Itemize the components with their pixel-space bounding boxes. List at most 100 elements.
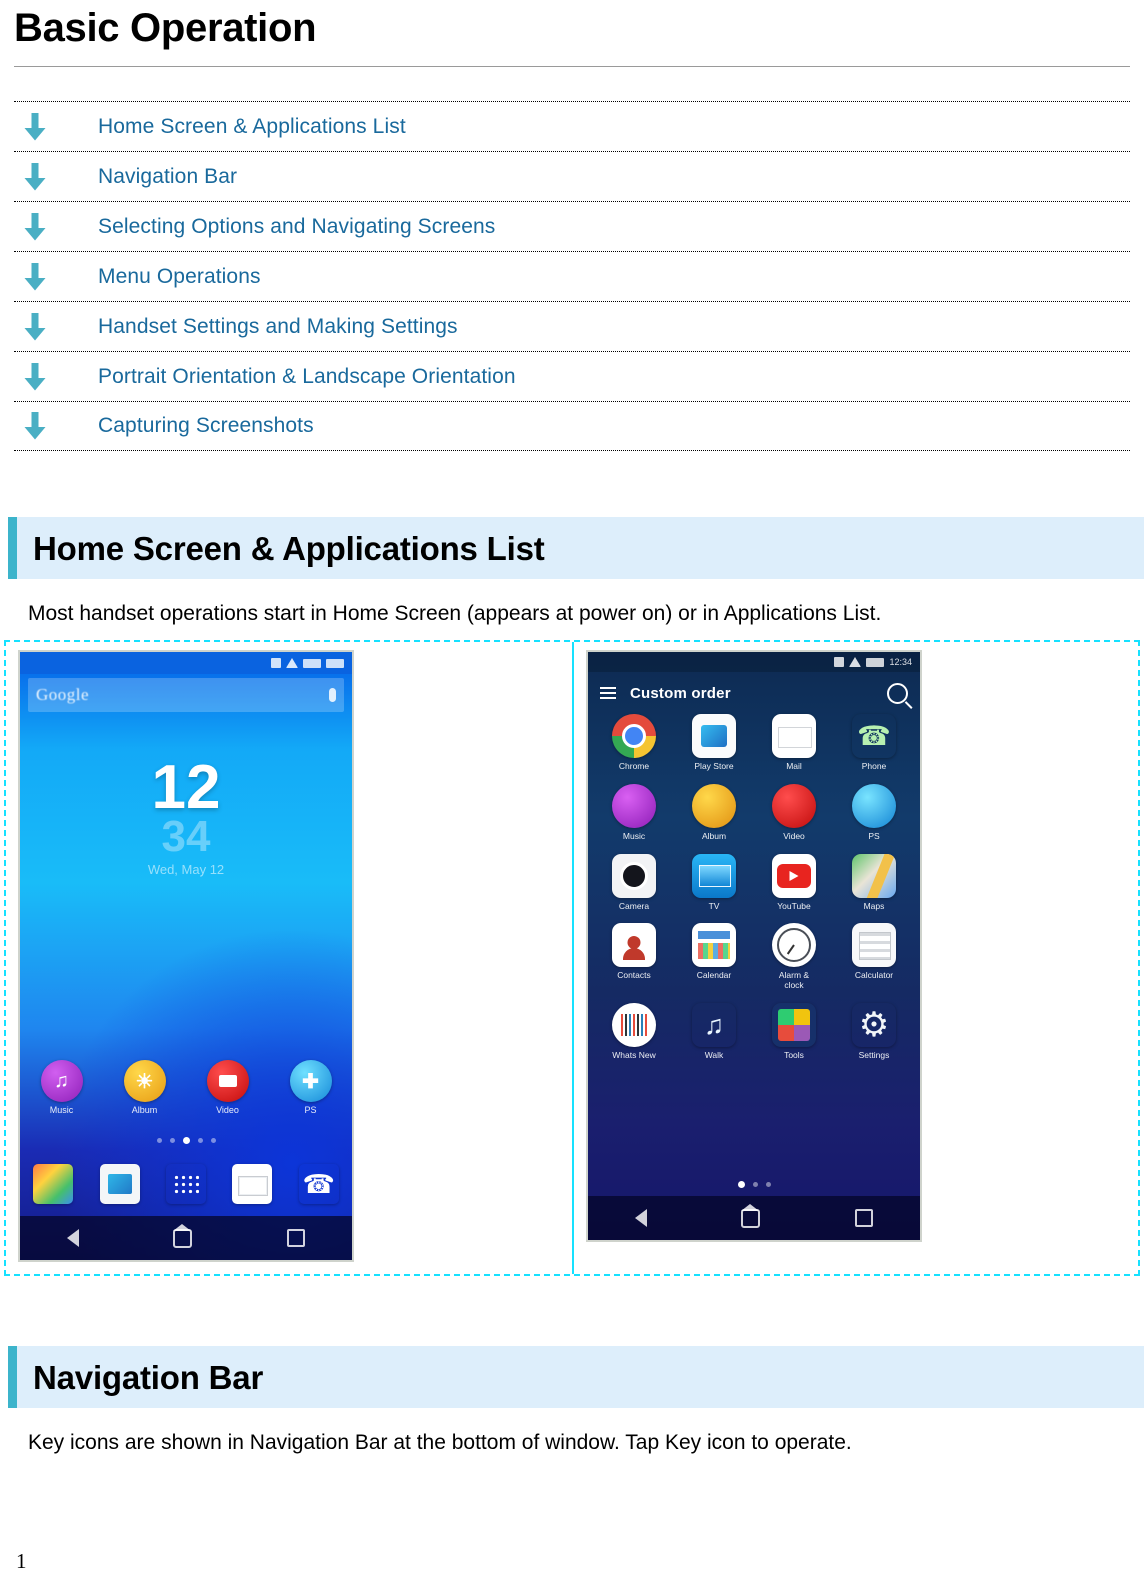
app-tools-folder[interactable]: Tools xyxy=(754,1003,834,1061)
home-key-icon[interactable] xyxy=(741,1203,761,1228)
menu-icon[interactable] xyxy=(600,687,616,700)
home-app-label: Music xyxy=(49,1105,74,1116)
app-ps[interactable]: PS xyxy=(834,783,914,842)
phone-icon[interactable] xyxy=(299,1164,339,1204)
clock-hour: 12 xyxy=(151,753,221,823)
app-whats-new[interactable]: Whats New xyxy=(594,1003,674,1061)
toc-item-label: Handset Settings and Making Settings xyxy=(98,314,458,338)
contacts-icon xyxy=(612,923,656,968)
app-label: Calculator xyxy=(854,970,894,981)
app-settings[interactable]: Settings xyxy=(834,1003,914,1061)
battery-icon xyxy=(866,657,885,667)
section-heading-navigation-bar: Navigation Bar xyxy=(8,1346,1144,1409)
app-music[interactable]: Music xyxy=(594,783,674,842)
app-label: Chrome xyxy=(618,761,650,772)
chrome-icon xyxy=(612,714,656,759)
app-chrome[interactable]: Chrome xyxy=(594,714,674,772)
app-youtube[interactable]: YouTube xyxy=(754,853,834,912)
section-heading-home-screen: Home Screen & Applications List xyxy=(8,517,1144,579)
home-app-music[interactable]: ♫ Music xyxy=(29,1060,95,1115)
home-key-icon[interactable] xyxy=(173,1223,193,1248)
app-mail[interactable]: Mail xyxy=(754,714,834,772)
phone-applications-list-image: 12:34 Custom order Chrome Play Store Mai… xyxy=(586,650,922,1243)
app-calculator[interactable]: Calculator xyxy=(834,923,914,991)
barcode-icon xyxy=(612,1003,656,1048)
app-alarm-clock[interactable]: Alarm & clock xyxy=(754,923,834,991)
app-walk[interactable]: Walk xyxy=(674,1003,754,1061)
app-label: Alarm & clock xyxy=(778,970,810,991)
app-label: Album xyxy=(701,830,727,841)
notification-icon xyxy=(271,658,281,669)
app-contacts[interactable]: Contacts xyxy=(594,923,674,991)
home-app-label: PS xyxy=(304,1105,317,1116)
home-app-ps[interactable]: ✚ PS xyxy=(278,1060,344,1115)
app-phone[interactable]: Phone xyxy=(834,714,914,772)
applications-grid: Chrome Play Store Mail Phone xyxy=(588,714,920,1061)
back-key-icon[interactable] xyxy=(635,1209,648,1228)
search-icon[interactable] xyxy=(887,682,908,704)
down-arrow-icon xyxy=(14,212,98,242)
page-dot xyxy=(197,1138,203,1144)
home-dock xyxy=(20,1164,352,1205)
title-divider xyxy=(14,66,1130,67)
album-icon: ☀ xyxy=(123,1060,166,1103)
home-app-video[interactable]: Video xyxy=(195,1060,261,1115)
play-store-icon xyxy=(692,714,736,759)
google-search-bar[interactable]: Google xyxy=(28,678,344,713)
page-dot-active xyxy=(737,1181,745,1189)
recent-apps-key-icon[interactable] xyxy=(286,1229,305,1248)
applications-list-header: Custom order xyxy=(588,676,920,710)
youtube-icon xyxy=(772,853,816,898)
toc-item-handset-settings-and-making-settings[interactable]: Handset Settings and Making Settings xyxy=(14,301,1130,351)
app-label: Settings xyxy=(858,1050,890,1061)
app-video[interactable]: Video xyxy=(754,783,834,842)
toc-item-menu-operations[interactable]: Menu Operations xyxy=(14,251,1130,301)
app-label: Tools xyxy=(784,1050,804,1061)
app-play-store[interactable]: Play Store xyxy=(674,714,754,772)
figure-cell-home-screen: Google 12 34 Wed, May 12 ♫ Music ☀ Album xyxy=(6,642,572,1274)
home-app-label: Video xyxy=(216,1105,239,1116)
gallery-icon[interactable] xyxy=(33,1164,74,1205)
toc-item-portrait-orientation-landscape-orientation[interactable]: Portrait Orientation & Landscape Orienta… xyxy=(14,351,1130,401)
settings-gear-icon xyxy=(852,1003,896,1047)
app-label: PS xyxy=(868,830,880,841)
phone-home-screen-image: Google 12 34 Wed, May 12 ♫ Music ☀ Album xyxy=(18,650,354,1263)
apps-grid-icon[interactable] xyxy=(166,1164,206,1204)
page-dot xyxy=(752,1182,758,1188)
page-dot xyxy=(765,1182,771,1188)
google-logo: Google xyxy=(36,685,90,705)
microphone-icon[interactable] xyxy=(329,688,336,703)
app-label: Camera xyxy=(618,900,650,911)
app-calendar[interactable]: Calendar xyxy=(674,923,754,991)
home-app-album[interactable]: ☀ Album xyxy=(112,1060,178,1115)
back-key-icon[interactable] xyxy=(67,1229,80,1248)
page-dot xyxy=(169,1138,175,1144)
clock-date: Wed, May 12 xyxy=(147,861,225,877)
home-app-label: Album xyxy=(131,1105,158,1116)
app-maps[interactable]: Maps xyxy=(834,853,914,912)
page-dot xyxy=(156,1138,162,1144)
toc-item-label: Portrait Orientation & Landscape Orienta… xyxy=(98,364,516,388)
app-album[interactable]: Album xyxy=(674,783,754,842)
app-tv[interactable]: TV xyxy=(674,853,754,912)
app-camera[interactable]: Camera xyxy=(594,853,674,912)
app-label: Walk xyxy=(704,1050,724,1061)
app-label: Video xyxy=(783,830,805,841)
mail-icon[interactable] xyxy=(232,1164,273,1205)
toc-item-navigation-bar[interactable]: Navigation Bar xyxy=(14,151,1130,201)
table-of-contents: Home Screen & Applications List Navigati… xyxy=(14,101,1130,451)
toc-item-label: Menu Operations xyxy=(98,264,261,288)
status-bar: 12:34 xyxy=(588,652,920,673)
app-label: Maps xyxy=(863,900,885,911)
toc-item-selecting-options-and-navigating-screens[interactable]: Selecting Options and Navigating Screens xyxy=(14,201,1130,251)
down-arrow-icon xyxy=(14,162,98,192)
clock-widget[interactable]: 12 34 Wed, May 12 xyxy=(20,753,352,877)
recent-apps-key-icon[interactable] xyxy=(854,1209,873,1228)
play-store-icon[interactable] xyxy=(99,1164,140,1205)
toc-item-capturing-screenshots[interactable]: Capturing Screenshots xyxy=(14,401,1130,451)
toc-item-home-screen-applications-list[interactable]: Home Screen & Applications List xyxy=(14,101,1130,151)
page-number: 1 xyxy=(16,1549,27,1573)
notification-icon xyxy=(834,657,845,668)
section-heading-text: Navigation Bar xyxy=(33,1358,264,1396)
page-title: Basic Operation xyxy=(14,6,317,50)
